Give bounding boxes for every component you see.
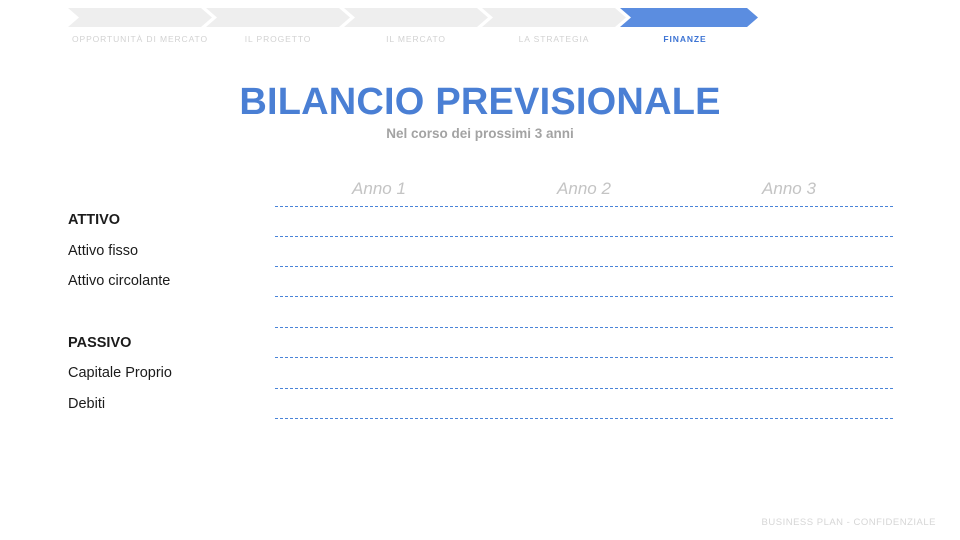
table-row-line <box>275 327 893 328</box>
table-row-line <box>275 296 893 297</box>
table-row-line <box>275 266 893 267</box>
section-heading-passivo: PASSIVO <box>68 335 132 351</box>
table-row-line <box>275 206 893 207</box>
column-header-anno-1: Anno 1 <box>352 179 406 198</box>
column-header-anno-2: Anno 2 <box>557 179 611 198</box>
row-label-capitale-proprio: Capitale Proprio <box>68 365 172 381</box>
table-row-line <box>275 236 893 237</box>
footer-confidential-note: BUSINESS PLAN - CONFIDENZIALE <box>761 517 936 528</box>
table-row-line <box>275 357 893 358</box>
column-header-anno-3: Anno 3 <box>762 179 816 198</box>
row-label-debiti: Debiti <box>68 396 106 412</box>
slide-root: OPPORTUNITÀ DI MERCATO IL PROGETTO IL ME… <box>0 0 960 540</box>
table-row-line <box>275 388 893 389</box>
section-heading-attivo: ATTIVO <box>68 212 121 228</box>
row-label-attivo-circolante: Attivo circolante <box>68 273 171 289</box>
balance-sheet-table: Anno 1 Anno 2 Anno 3 ATTIVO Attivo fisso… <box>0 0 960 540</box>
row-label-attivo-fisso: Attivo fisso <box>68 243 139 259</box>
table-row-line <box>275 418 893 419</box>
